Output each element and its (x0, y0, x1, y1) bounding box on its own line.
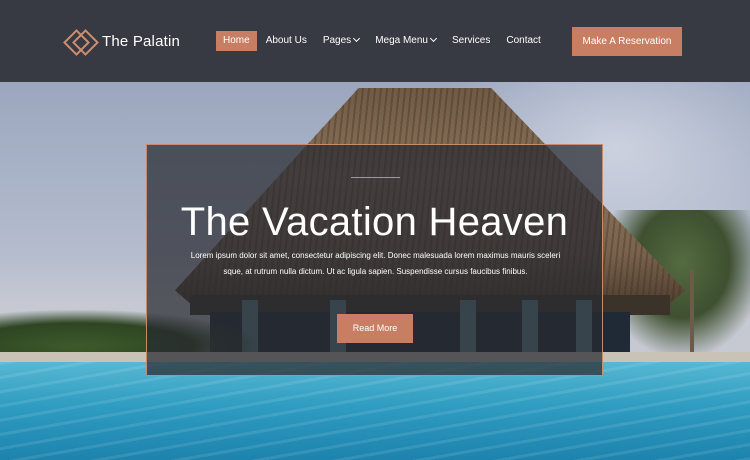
diamond-logo-icon (66, 30, 94, 52)
hero-content-card: The Vacation Heaven Lorem ipsum dolor si… (146, 144, 603, 376)
nav-item-label: Home (223, 35, 250, 46)
nav-item-label: Mega Menu (375, 35, 428, 46)
nav-item-services[interactable]: Services (445, 31, 497, 51)
decorative-divider (351, 177, 400, 178)
nav-item-label: Pages (322, 35, 352, 46)
hero-description: Lorem ipsum dolor sit amet, consectetur … (190, 251, 561, 276)
nav-item-home[interactable]: Home (216, 31, 257, 51)
chevron-down-icon (429, 34, 438, 43)
nav-item-mega-menu[interactable]: Mega Menu (368, 31, 443, 51)
nav-item-pages[interactable]: Pages (316, 31, 366, 51)
palm-trunk (690, 270, 694, 360)
brand-logo-link[interactable]: The Palatin (66, 30, 180, 52)
hero-title: The Vacation Heaven (180, 200, 569, 244)
make-reservation-button[interactable]: Make A Reservation (572, 27, 682, 56)
chevron-down-icon (353, 34, 361, 43)
nav-item-about-us[interactable]: About Us (259, 31, 314, 51)
nav-item-label: Contact (506, 35, 541, 46)
nav-item-label: Services (452, 35, 491, 46)
nav-item-label: About Us (265, 35, 307, 46)
read-more-button[interactable]: Read More (337, 314, 413, 343)
site-header: The Palatin Home About Us Pages Mega Men… (0, 0, 750, 82)
swimming-pool (0, 362, 750, 460)
nav-item-contact[interactable]: Contact (499, 31, 547, 51)
brand-name: The Palatin (102, 32, 181, 50)
main-navigation: Home About Us Pages Mega Menu Services C… (216, 31, 550, 51)
